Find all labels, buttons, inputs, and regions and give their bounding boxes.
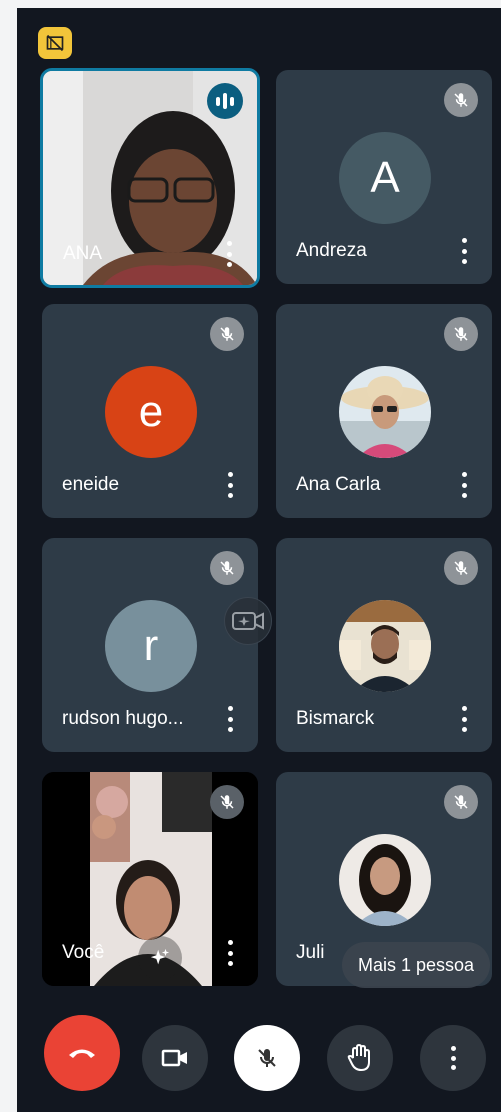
more-options-icon[interactable] xyxy=(460,706,468,732)
participant-tile-self[interactable]: Você xyxy=(42,772,258,986)
mic-off-icon xyxy=(210,551,244,585)
meeting-screen: ANA A Andreza e eneide Ana Carla r rudso… xyxy=(17,8,501,1112)
mic-off-icon xyxy=(444,551,478,585)
mic-off-icon xyxy=(210,785,244,819)
microphone-button[interactable] xyxy=(234,1025,300,1091)
camera-effects-icon xyxy=(232,612,264,630)
avatar-photo xyxy=(339,366,431,458)
participant-tile-bismarck[interactable]: Bismarck xyxy=(276,538,492,752)
participant-tile-andreza[interactable]: A Andreza xyxy=(276,70,492,284)
end-call-button[interactable] xyxy=(44,1015,120,1091)
sparkle-icon xyxy=(150,948,170,965)
more-options-icon[interactable] xyxy=(226,472,234,498)
camera-off-icon xyxy=(161,1049,187,1067)
participant-name: ANA xyxy=(63,243,103,264)
no-recording-icon[interactable] xyxy=(38,27,72,59)
more-options-icon[interactable] xyxy=(226,940,234,966)
avatar: A xyxy=(339,132,431,224)
more-options-icon[interactable] xyxy=(460,238,468,264)
participant-name: Andreza xyxy=(296,240,367,261)
participant-tile-ana-carla[interactable]: Ana Carla xyxy=(276,304,492,518)
more-people-chip[interactable]: Mais 1 pessoa xyxy=(342,942,491,988)
mic-off-icon xyxy=(444,785,478,819)
mic-off-icon xyxy=(444,83,478,117)
avatar-photo xyxy=(339,600,431,692)
avatar-photo xyxy=(339,834,431,926)
participant-tile-ana[interactable]: ANA xyxy=(40,68,260,288)
participant-tile-rudson[interactable]: r rudson hugo... xyxy=(42,538,258,752)
participant-name: Ana Carla xyxy=(296,474,381,495)
more-vert-icon xyxy=(450,1046,456,1070)
mic-off-icon xyxy=(444,317,478,351)
more-options-icon[interactable] xyxy=(225,241,233,267)
mic-off-icon xyxy=(258,1049,276,1067)
avatar: e xyxy=(105,366,197,458)
participant-tile-eneide[interactable]: e eneide xyxy=(42,304,258,518)
mic-off-icon xyxy=(210,317,244,351)
end-call-icon xyxy=(69,1049,95,1058)
more-options-button[interactable] xyxy=(420,1025,486,1091)
participant-name: rudson hugo... xyxy=(62,708,184,729)
visual-effects-button[interactable] xyxy=(138,936,182,980)
raise-hand-button[interactable] xyxy=(327,1025,393,1091)
avatar: r xyxy=(105,600,197,692)
participant-name: Bismarck xyxy=(296,708,375,729)
participant-name: Você xyxy=(62,942,105,963)
camera-button[interactable] xyxy=(142,1025,208,1091)
more-options-icon[interactable] xyxy=(226,706,234,732)
participant-name: eneide xyxy=(62,474,120,495)
participant-name: Juli xyxy=(296,942,325,963)
speaking-indicator-icon xyxy=(207,83,243,119)
more-options-icon[interactable] xyxy=(460,472,468,498)
hand-icon xyxy=(347,1044,370,1072)
camera-effects-button[interactable] xyxy=(224,597,272,645)
